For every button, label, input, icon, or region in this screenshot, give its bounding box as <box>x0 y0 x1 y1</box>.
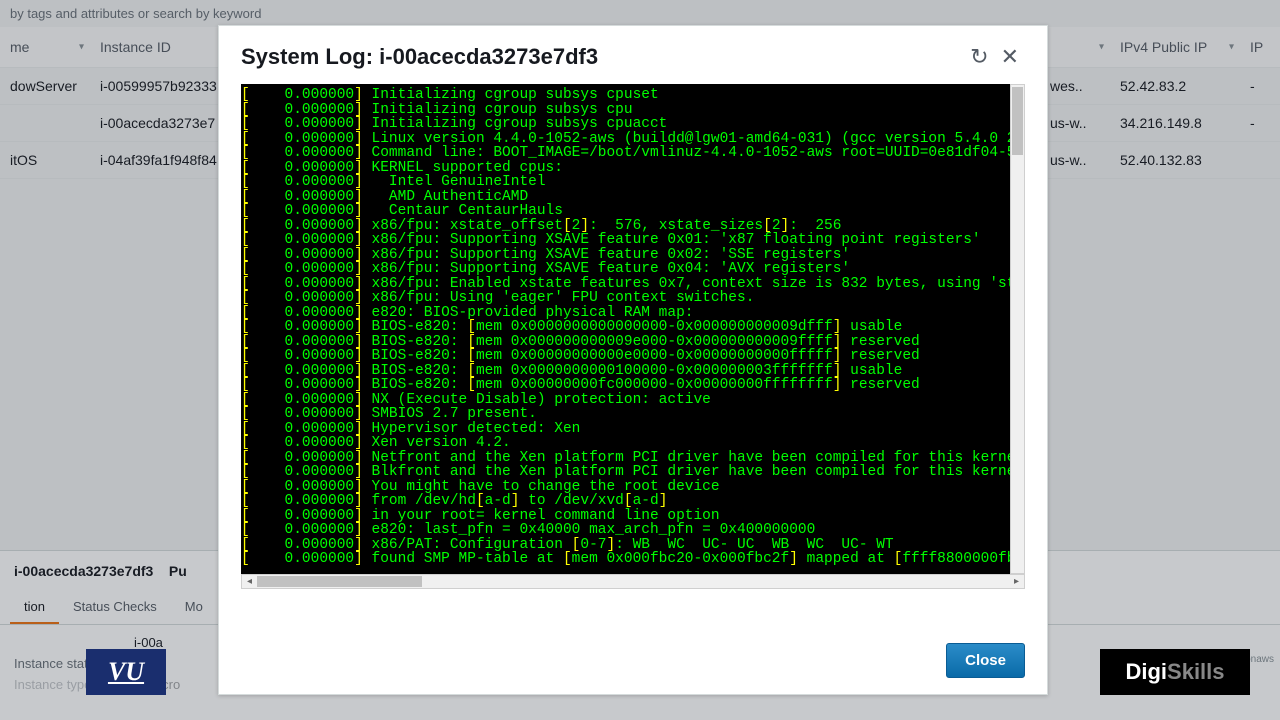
scroll-right-arrow[interactable]: ▸ <box>1009 575 1024 588</box>
system-log-console[interactable]: [ 0.000000] Initializing cgroup subsys c… <box>241 84 1025 574</box>
system-log-modal: System Log: i-00acecda3273e7df3 ↻ ✕ [ 0.… <box>218 25 1048 695</box>
digiskills-logo: DigiSkills <box>1100 649 1250 695</box>
vertical-scrollbar[interactable] <box>1010 84 1025 574</box>
close-button[interactable]: Close <box>946 643 1025 678</box>
refresh-icon[interactable]: ↻ <box>964 46 994 68</box>
horizontal-scrollbar[interactable]: ◂ ▸ <box>241 574 1025 589</box>
scroll-left-arrow[interactable]: ◂ <box>242 575 257 588</box>
modal-title: System Log: i-00acecda3273e7df3 <box>241 44 964 70</box>
vu-logo: VU <box>86 649 166 695</box>
close-icon[interactable]: ✕ <box>995 46 1025 68</box>
scrollbar-thumb[interactable] <box>1012 87 1023 155</box>
console-container: [ 0.000000] Initializing cgroup subsys c… <box>219 84 1047 627</box>
scrollbar-thumb[interactable] <box>257 576 422 587</box>
